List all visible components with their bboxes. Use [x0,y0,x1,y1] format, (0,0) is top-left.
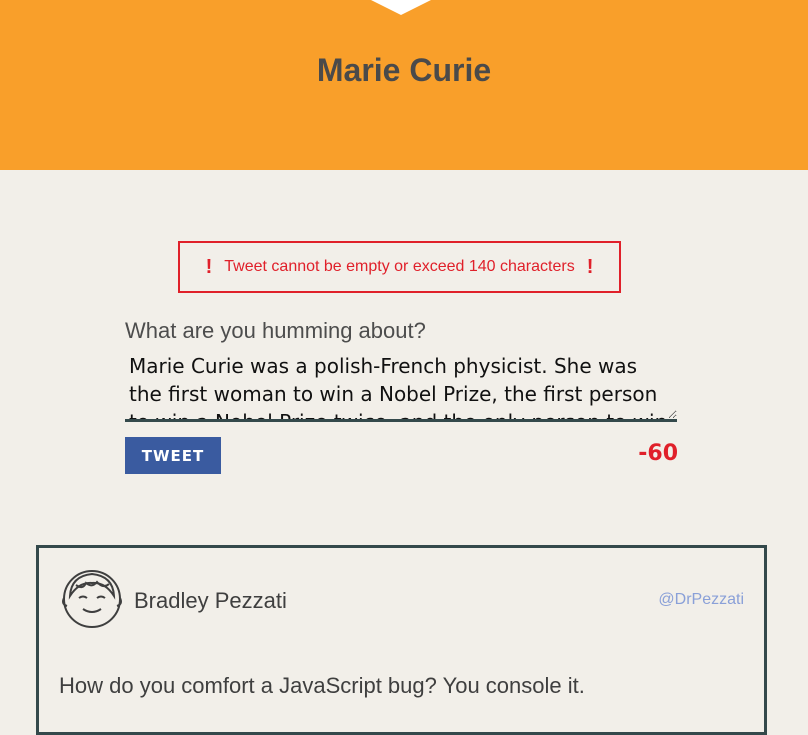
header-notch [371,0,431,15]
tweet-author-name: Bradley Pezzati [134,588,287,613]
header-banner: Marie Curie [0,0,808,170]
character-counter: -60 [638,441,678,466]
tweet-text: How do you comfort a JavaScript bug? You… [59,673,585,698]
tweet-card: Bradley Pezzati @DrPezzati How do you co… [36,545,767,735]
page-title: Marie Curie [316,52,492,88]
tweet-button[interactable]: TWEET [125,437,221,474]
exclamation-icon: ! [205,255,213,278]
tweet-input[interactable]: Marie Curie was a polish-French physicis… [125,350,677,422]
composer-label: What are you humming about? [125,318,426,343]
cartoon-face-icon [62,570,122,628]
error-message: ! Tweet cannot be empty or exceed 140 ch… [178,241,621,293]
tweet-author-handle[interactable]: @DrPezzati [658,591,744,609]
exclamation-icon: ! [586,255,594,278]
error-text: Tweet cannot be empty or exceed 140 char… [224,258,575,275]
